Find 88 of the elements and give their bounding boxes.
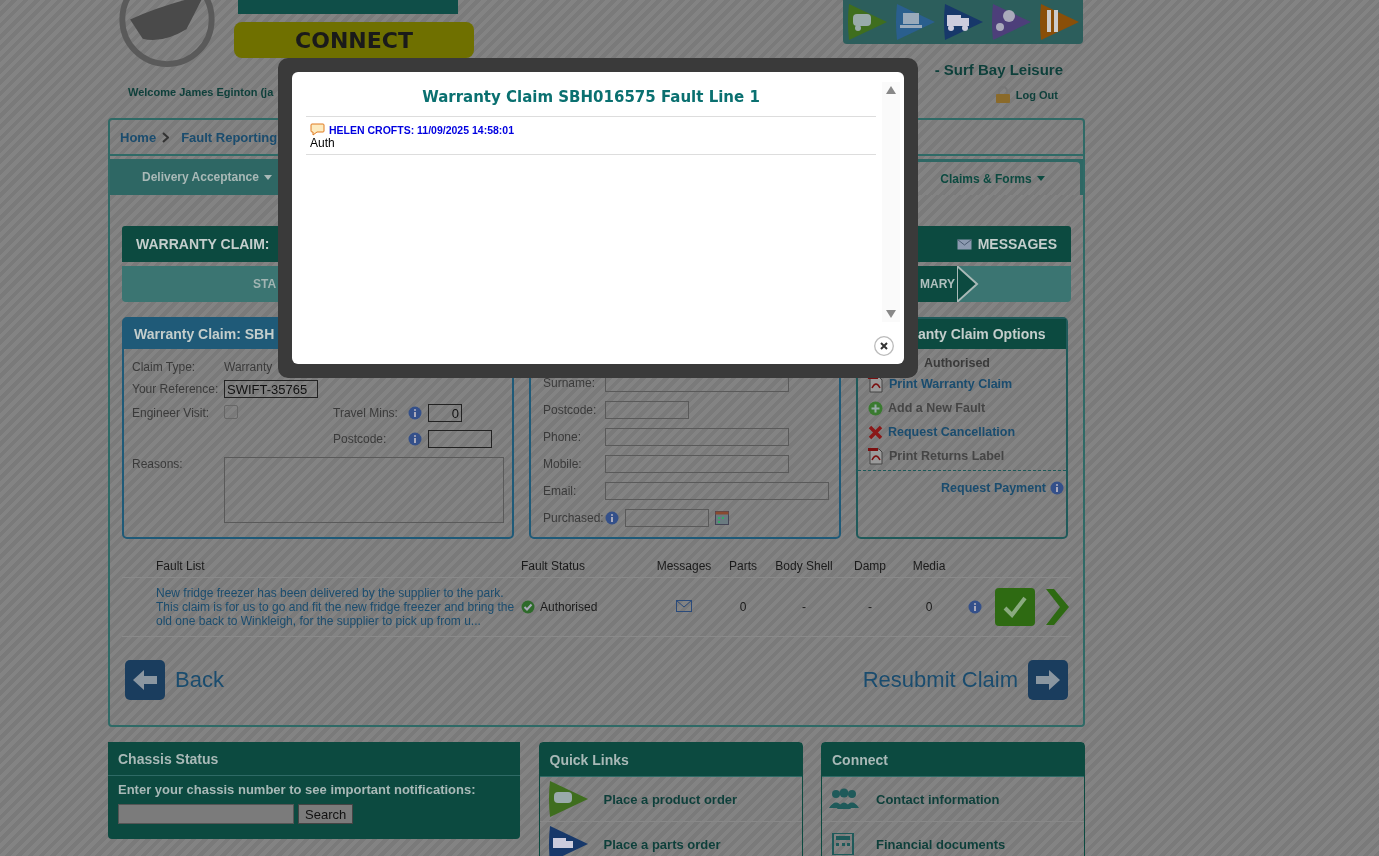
claim-type-value: Warranty [224, 360, 273, 374]
column-header: Damp [854, 559, 886, 573]
column-header: Fault Status [521, 559, 587, 573]
chassis-prompt: Enter your chassis number to see important notifications: [117, 781, 477, 797]
column-header: Fault List [156, 559, 206, 573]
quick-link[interactable]: Place a product order [603, 791, 738, 807]
scroll-up-icon[interactable] [886, 86, 896, 94]
field-label: Postcode: [333, 432, 388, 446]
calendar-icon[interactable] [715, 511, 729, 525]
envelope-icon[interactable] [676, 599, 692, 612]
caravan-icon[interactable] [845, 2, 889, 42]
message-author: HELEN CROFTS: 11/09/2025 14:58:01 [329, 123, 514, 136]
breadcrumb-link[interactable]: Fault Reporting [181, 129, 278, 145]
field-label: Mobile: [543, 457, 583, 471]
fault-status: Authorised [540, 600, 598, 614]
card-title: Chassis Status [108, 742, 520, 776]
card-title: Quick Links [539, 743, 802, 777]
text-field[interactable] [605, 482, 829, 500]
option-link[interactable]: Print Warranty Claim [889, 377, 1013, 391]
plus-icon [868, 400, 883, 416]
quick-link[interactable]: Place a parts order [603, 836, 721, 852]
table-cell: - [802, 600, 806, 614]
resubmit-claim-link[interactable]: Resubmit Claim [862, 667, 1018, 693]
field-label: Email: [543, 484, 578, 498]
engineer-visit-checkbox[interactable] [224, 404, 238, 419]
back-link[interactable]: Back [175, 667, 224, 693]
truck-icon[interactable] [941, 2, 985, 42]
table-cell: - [868, 600, 872, 614]
text-field[interactable] [605, 428, 789, 446]
request-payment-link[interactable]: Request Payment [941, 481, 1046, 495]
info-icon[interactable] [408, 432, 422, 446]
info-icon[interactable] [408, 406, 422, 420]
cross-icon [868, 424, 883, 440]
claim-title: WARRANTY CLAIM: [136, 236, 270, 252]
column-header: Parts [729, 559, 757, 573]
caret-icon [263, 174, 272, 180]
travel-mins-field[interactable]: 0 [428, 404, 462, 422]
logo-badge: CONNECT [234, 22, 474, 58]
date-field[interactable] [625, 509, 709, 527]
field-label: Postcode: [543, 403, 598, 417]
info-icon[interactable] [1050, 481, 1064, 495]
column-header: Messages [656, 559, 712, 573]
text-field[interactable] [605, 401, 689, 419]
approve-check-button[interactable] [995, 588, 1035, 626]
column-header: Media [912, 559, 946, 573]
menu-tab[interactable]: Delivery Acceptance [110, 159, 304, 195]
text-field[interactable] [605, 455, 789, 473]
claim-status: Authorised [923, 355, 991, 372]
chassis-number-field[interactable] [118, 804, 294, 824]
chevron-right-icon[interactable] [1044, 588, 1070, 626]
chevron-icon [162, 131, 170, 143]
field-label: Purchased: [543, 511, 605, 525]
field-label: Claim Type: [132, 360, 197, 374]
logout-link[interactable]: Log Out [1015, 88, 1058, 101]
card-title: Connect [822, 743, 1084, 777]
envelope-icon [956, 238, 972, 250]
laptop-icon[interactable] [893, 2, 937, 42]
field-label: Phone: [543, 430, 583, 444]
option-link[interactable]: Request Cancellation [888, 425, 1016, 439]
info-icon[interactable] [968, 600, 982, 614]
reference-field[interactable]: SWIFT-35765 [224, 380, 318, 398]
people-icon [828, 788, 860, 810]
connect-link[interactable]: Contact information [876, 791, 1000, 807]
field-label: Engineer Visit: [132, 406, 211, 420]
caret-icon [1036, 176, 1045, 181]
breadcrumb-link[interactable]: Home [120, 129, 157, 145]
check-circle-icon [521, 600, 535, 614]
search-button[interactable]: Search [298, 804, 354, 824]
dialog-title: Warranty Claim SBH016575 Fault Line 1 [306, 72, 876, 117]
messages-link[interactable]: MESSAGES [977, 236, 1057, 252]
info-icon[interactable] [605, 511, 619, 525]
postcode-field[interactable] [428, 430, 492, 448]
speech-bubble-icon [310, 123, 325, 136]
pdf-icon [868, 447, 884, 465]
message-text: Auth [310, 136, 336, 150]
account-name: - Surf Bay Leisure [934, 61, 1063, 78]
table-cell: 0 [925, 600, 933, 614]
field-label: Your Reference: [132, 382, 220, 396]
column-header: Body Shell [775, 559, 833, 573]
connect-link[interactable]: Financial documents [876, 836, 1006, 852]
table-cell: 0 [739, 600, 747, 614]
fault-description-link[interactable]: New fridge freezer has been delivered by the supplier to the park. This claim is for us to go and fit the new fridge freezer and bring the old one back to Winkleigh, for the supplier to pick up from u... [156, 586, 521, 628]
reasons-field[interactable] [223, 457, 504, 523]
close-icon[interactable] [874, 336, 894, 356]
field-label: Surname: [543, 376, 597, 390]
field-label: Travel Mins: [333, 406, 399, 420]
field-label: Reasons: [132, 457, 184, 471]
scrollbar[interactable] [882, 82, 900, 322]
